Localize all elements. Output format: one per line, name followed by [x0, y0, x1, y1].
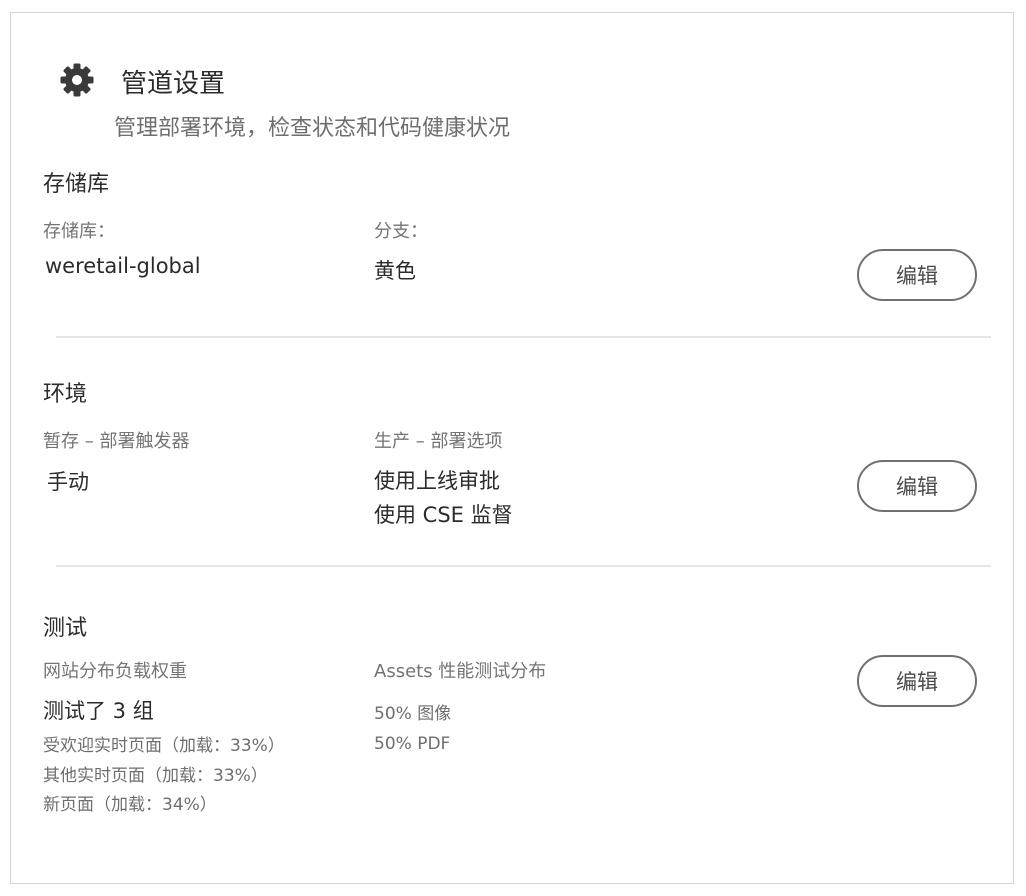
environments-heading: 环境	[43, 382, 88, 407]
repository-label: 存储库：	[43, 221, 115, 242]
gear-icon	[60, 63, 94, 97]
page-subtitle: 管理部署环境，检查状态和代码健康状况	[114, 116, 511, 141]
testing-edit-button[interactable]: 编辑	[857, 655, 977, 707]
site-group-item: 其他实时页面（加载：33%）	[43, 766, 268, 786]
assets-distribution-item: 50% PDF	[374, 734, 451, 754]
assets-distribution-item: 50% 图像	[374, 704, 452, 724]
pipeline-settings-card: 管道设置 管理部署环境，检查状态和代码健康状况 存储库 存储库： weretai…	[10, 12, 1014, 884]
branch-value: 黄色	[374, 259, 416, 283]
prod-deploy-option: 使用上线审批	[374, 469, 500, 493]
repository-heading: 存储库	[43, 172, 110, 197]
prod-deploy-options-label: 生产 – 部署选项	[374, 431, 503, 452]
site-load-distribution-value: 测试了 3 组	[43, 699, 154, 723]
repository-value: weretail-global	[45, 254, 201, 278]
page-title: 管道设置	[121, 69, 226, 99]
environments-edit-button[interactable]: 编辑	[857, 460, 977, 512]
site-group-item: 新页面（加载：34%）	[43, 795, 217, 815]
section-divider	[56, 565, 991, 567]
testing-heading: 测试	[43, 616, 88, 641]
repository-edit-button[interactable]: 编辑	[857, 249, 977, 301]
stage-deploy-trigger-value: 手动	[47, 470, 89, 494]
prod-deploy-option: 使用 CSE 监督	[374, 503, 513, 527]
assets-test-distribution-label: Assets 性能测试分布	[374, 661, 547, 682]
site-group-item: 受欢迎实时页面（加载：33%）	[43, 736, 285, 756]
stage-deploy-trigger-label: 暂存 – 部署触发器	[43, 431, 190, 452]
section-divider	[56, 336, 991, 338]
branch-label: 分支：	[374, 221, 428, 242]
site-load-distribution-label: 网站分布负载权重	[43, 661, 187, 682]
